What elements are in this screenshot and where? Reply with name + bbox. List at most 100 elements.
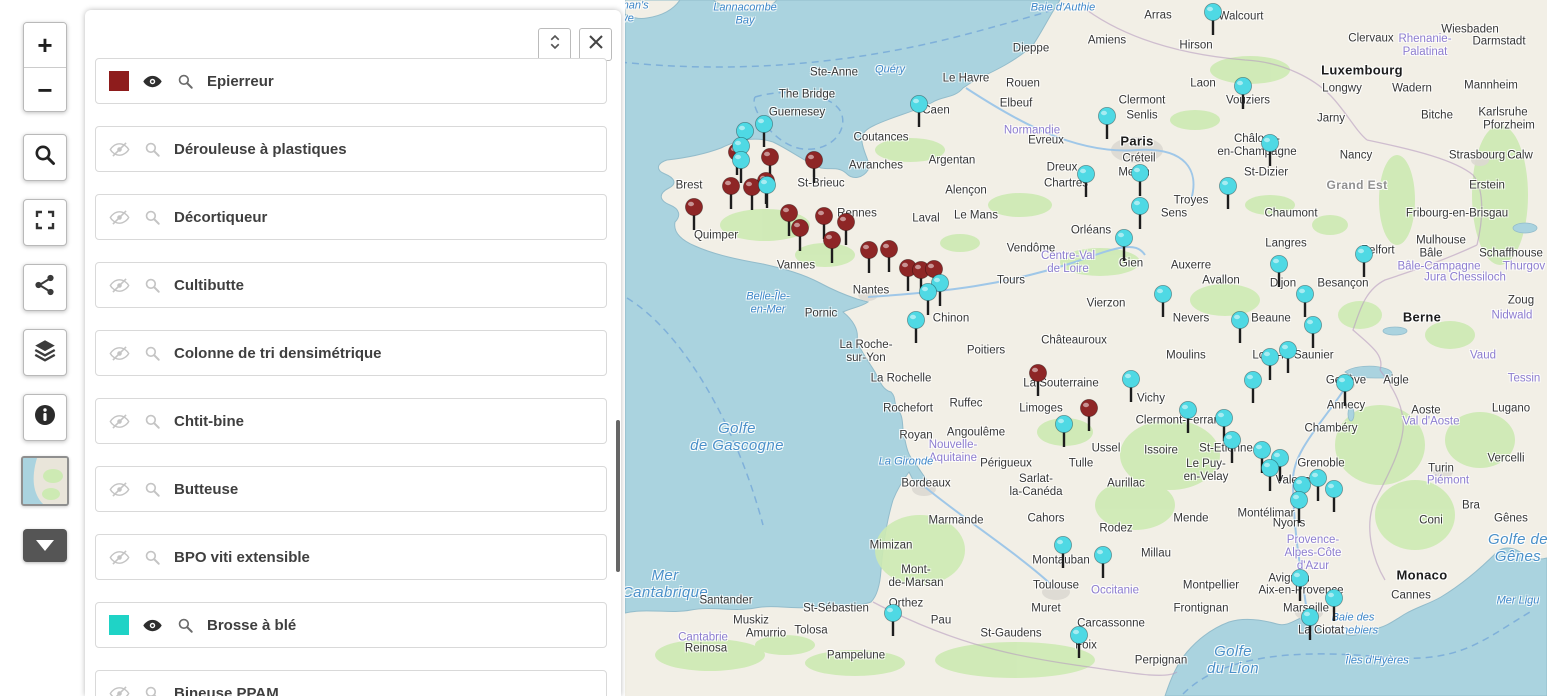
map-marker-cyan[interactable] — [756, 175, 778, 217]
eye-off-icon[interactable] — [109, 275, 130, 296]
zoom-to-layer-icon[interactable] — [143, 344, 161, 362]
map-marker-cyan[interactable] — [1289, 568, 1311, 610]
panel-resize-button[interactable] — [538, 28, 571, 61]
eye-off-icon[interactable] — [109, 139, 130, 160]
zoom-out-button[interactable]: − — [24, 68, 66, 112]
map-marker-cyan[interactable] — [1288, 490, 1310, 532]
eye-off-icon[interactable] — [109, 411, 130, 432]
map-marker-cyan[interactable] — [1096, 106, 1118, 148]
map-label: Auxerre — [1171, 259, 1211, 272]
map-label: Jura Chessiloch — [1424, 271, 1506, 284]
layer-row[interactable]: Cultibutte — [95, 262, 607, 308]
zoom-to-layer-icon[interactable] — [143, 276, 161, 294]
map-marker-cyan[interactable] — [1242, 370, 1264, 412]
map-marker-cyan[interactable] — [1268, 254, 1290, 296]
map-label: Vendôme — [1007, 242, 1056, 255]
map-marker-cyan[interactable] — [905, 310, 927, 352]
map-marker-cyan[interactable] — [1323, 479, 1345, 521]
map-marker-cyan[interactable] — [1053, 414, 1075, 456]
map-marker-cyan[interactable] — [1113, 228, 1135, 270]
eye-icon[interactable] — [142, 615, 163, 636]
map-marker-red[interactable] — [803, 150, 825, 192]
map-marker-red[interactable] — [821, 230, 843, 272]
layer-row[interactable]: Colonne de tri densimétrique — [95, 330, 607, 376]
panel-close-button[interactable] — [579, 28, 612, 61]
layers-panel: Epierreur Dérouleuse à plastiques Décortiq… — [85, 10, 621, 696]
map-marker-cyan[interactable] — [1177, 400, 1199, 442]
zoom-to-layer-icon[interactable] — [143, 548, 161, 566]
map-marker-cyan[interactable] — [1202, 2, 1224, 44]
map-marker-cyan[interactable] — [1353, 244, 1375, 286]
map-marker-cyan[interactable] — [1299, 607, 1321, 649]
layer-row[interactable]: Butteuse — [95, 466, 607, 512]
eye-off-icon[interactable] — [109, 207, 130, 228]
map-marker-cyan[interactable] — [1075, 164, 1097, 206]
map-marker-cyan[interactable] — [1323, 588, 1345, 630]
map-marker-cyan[interactable] — [1334, 373, 1356, 415]
panel-scrollbar[interactable] — [616, 420, 620, 572]
map-marker-cyan[interactable] — [1068, 625, 1090, 667]
map-marker-red[interactable] — [858, 240, 880, 282]
map-marker-cyan[interactable] — [1217, 176, 1239, 218]
map-label: The Bridge — [779, 88, 835, 101]
more-controls-button[interactable] — [23, 529, 67, 562]
eye-off-icon[interactable] — [109, 343, 130, 364]
share-button[interactable] — [23, 264, 67, 311]
map-marker-red[interactable] — [1027, 363, 1049, 405]
layer-row[interactable]: Bineuse PPAM — [95, 670, 607, 696]
map-label: Sens — [1161, 207, 1187, 220]
fullscreen-button[interactable] — [23, 199, 67, 246]
map-marker-cyan[interactable] — [1259, 458, 1281, 500]
search-button[interactable] — [23, 134, 67, 181]
zoom-to-layer-icon[interactable] — [143, 140, 161, 158]
zoom-to-layer-icon[interactable] — [143, 684, 161, 696]
map-marker-cyan[interactable] — [908, 94, 930, 136]
map-marker-cyan[interactable] — [1232, 76, 1254, 118]
map-viewport[interactable]: Deadman's CoveLannacombe BayBaie d'Authi… — [625, 0, 1547, 696]
zoom-to-layer-icon[interactable] — [143, 480, 161, 498]
map-label: Tolosa — [794, 624, 827, 637]
zoom-to-layer-icon[interactable] — [176, 72, 194, 90]
layer-row[interactable]: Chtit-bine — [95, 398, 607, 444]
map-marker-cyan[interactable] — [1259, 133, 1281, 175]
eye-off-icon[interactable] — [109, 479, 130, 500]
map-marker-cyan[interactable] — [1221, 430, 1243, 472]
map-marker-cyan[interactable] — [1229, 310, 1251, 352]
map-marker-red[interactable] — [1078, 398, 1100, 440]
layer-row[interactable]: Décortiqueur — [95, 194, 607, 240]
map-marker-cyan[interactable] — [1152, 284, 1174, 326]
map-label: Orléans — [1071, 224, 1111, 237]
map-marker-cyan[interactable] — [1120, 369, 1142, 411]
eye-icon[interactable] — [142, 71, 163, 92]
layer-row[interactable]: Epierreur — [95, 58, 607, 104]
eye-off-icon[interactable] — [109, 683, 130, 696]
zoom-in-button[interactable]: + — [24, 23, 66, 68]
minimap-toggle[interactable] — [21, 456, 69, 506]
map-label: Toulouse — [1033, 579, 1079, 592]
map-marker-cyan[interactable] — [753, 114, 775, 156]
map-label: Ste-Anne — [810, 66, 858, 79]
info-button[interactable] — [23, 394, 67, 441]
zoom-to-layer-icon[interactable] — [176, 616, 194, 634]
map-label: Aigle — [1383, 374, 1409, 387]
layer-row[interactable]: BPO viti extensible — [95, 534, 607, 580]
layer-row[interactable]: Dérouleuse à plastiques — [95, 126, 607, 172]
map-marker-cyan[interactable] — [882, 603, 904, 645]
map-marker-red[interactable] — [683, 197, 705, 239]
map-label: Pforzheim — [1483, 119, 1535, 132]
map-label: Rouen — [1006, 77, 1040, 90]
map-marker-cyan[interactable] — [1302, 315, 1324, 357]
map-overlays: Deadman's CoveLannacombe BayBaie d'Authi… — [625, 0, 1547, 696]
zoom-to-layer-icon[interactable] — [143, 208, 161, 226]
map-label: Longwy — [1322, 82, 1362, 95]
layers-button[interactable] — [23, 329, 67, 376]
map-marker-cyan[interactable] — [730, 150, 752, 192]
map-marker-red[interactable] — [789, 218, 811, 260]
map-label: Rodez — [1099, 522, 1132, 535]
map-label: Avallon — [1202, 274, 1240, 287]
map-marker-cyan[interactable] — [1092, 545, 1114, 587]
layer-row[interactable]: Brosse à blé — [95, 602, 607, 648]
map-marker-cyan[interactable] — [1052, 535, 1074, 577]
zoom-to-layer-icon[interactable] — [143, 412, 161, 430]
eye-off-icon[interactable] — [109, 547, 130, 568]
